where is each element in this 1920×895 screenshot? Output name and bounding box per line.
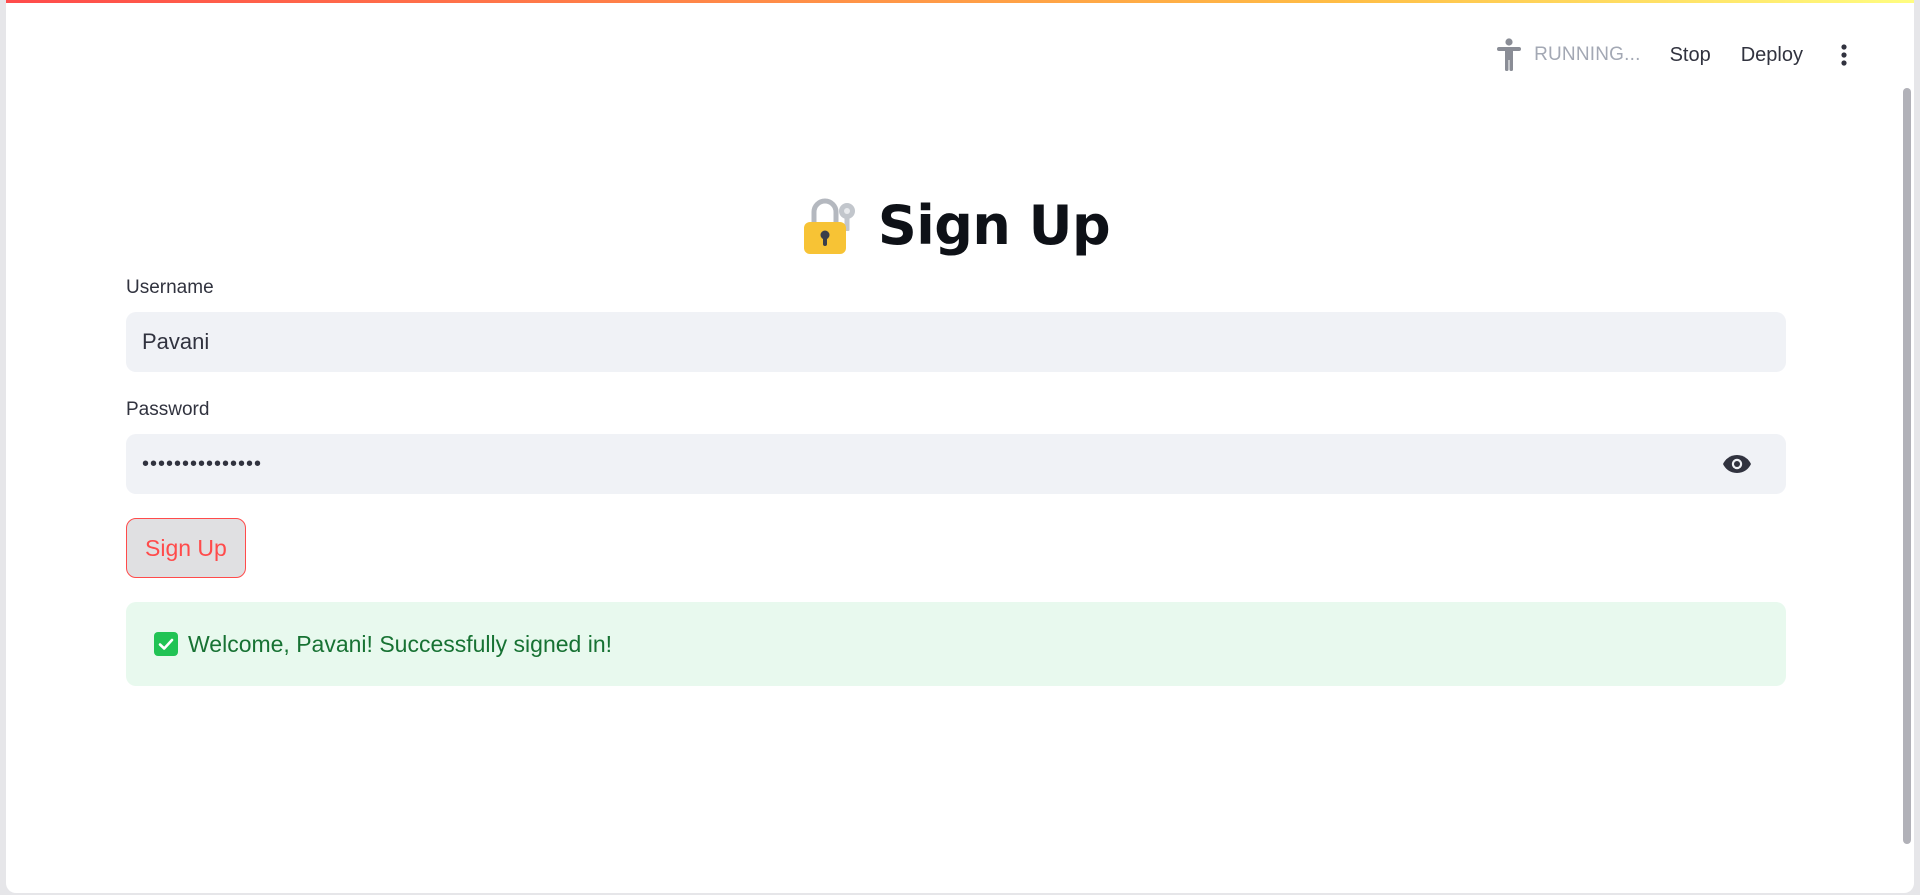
stop-button[interactable]: Stop <box>1655 38 1726 73</box>
password-input-container <box>126 434 1786 494</box>
top-decoration-bar <box>6 0 1914 3</box>
sign-up-button[interactable]: Sign Up <box>126 518 246 578</box>
username-input-container <box>126 312 1786 372</box>
scrollbar-thumb[interactable] <box>1903 88 1911 844</box>
username-group: Username <box>126 276 1786 372</box>
running-status-text: RUNNING... <box>1534 44 1641 65</box>
eye-icon[interactable] <box>1720 447 1754 481</box>
running-person-icon <box>1494 37 1524 73</box>
main-content: Sign Up Username Password Sign <box>126 180 1786 686</box>
password-label: Password <box>126 399 210 420</box>
success-alert: Welcome, Pavani! Successfully signed in! <box>126 602 1786 686</box>
password-group: Password <box>126 398 1786 494</box>
header-toolbar: RUNNING... Stop Deploy <box>1494 36 1864 74</box>
running-status: RUNNING... <box>1494 37 1641 73</box>
page-title-text: Sign Up <box>877 193 1111 257</box>
success-message: Welcome, Pavani! Successfully signed in! <box>188 630 612 657</box>
locked-with-key-icon <box>802 194 860 256</box>
scrollbar[interactable] <box>1903 88 1911 844</box>
password-input[interactable] <box>140 451 1772 477</box>
check-box-icon <box>154 632 178 656</box>
username-input[interactable] <box>140 328 1772 356</box>
username-label: Username <box>126 277 214 298</box>
page-title: Sign Up <box>126 180 1786 270</box>
kebab-menu-icon[interactable] <box>1824 36 1864 74</box>
deploy-button[interactable]: Deploy <box>1726 38 1818 73</box>
app-window: RUNNING... Stop Deploy Sign Up Username … <box>6 0 1914 893</box>
